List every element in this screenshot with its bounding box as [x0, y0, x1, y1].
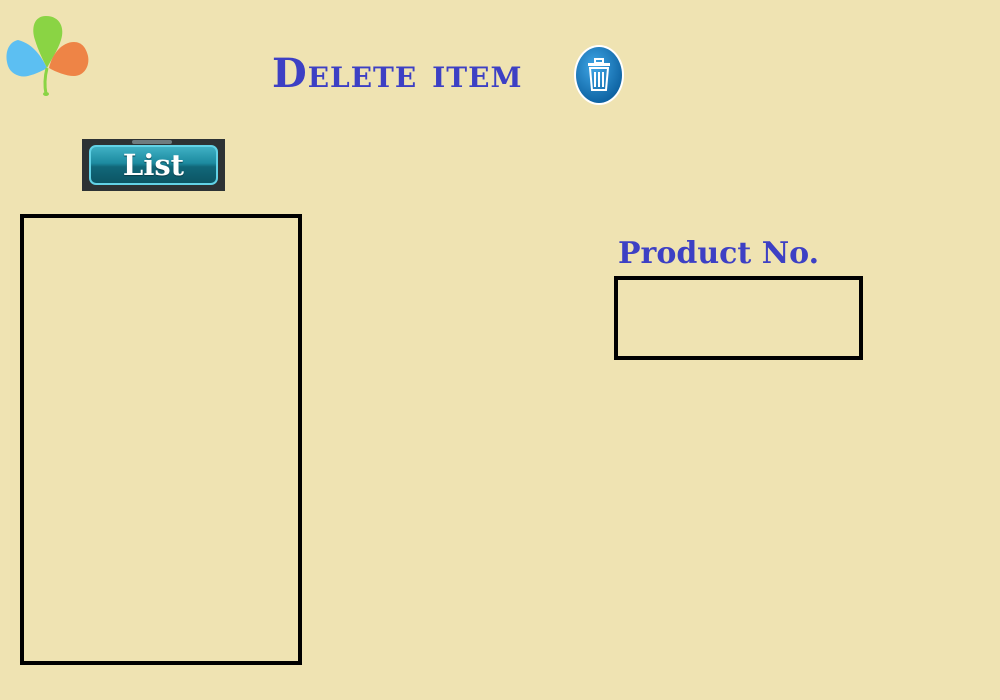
- product-number-input[interactable]: [614, 276, 863, 360]
- product-number-label: Product No.: [618, 236, 820, 271]
- item-list-box[interactable]: [20, 214, 302, 665]
- list-button[interactable]: List: [82, 139, 225, 191]
- button-notch: [132, 140, 172, 144]
- list-button-label: List: [122, 148, 185, 182]
- trash-icon[interactable]: [573, 44, 625, 106]
- page-title: Delete item: [272, 50, 523, 97]
- app-logo: [6, 16, 89, 96]
